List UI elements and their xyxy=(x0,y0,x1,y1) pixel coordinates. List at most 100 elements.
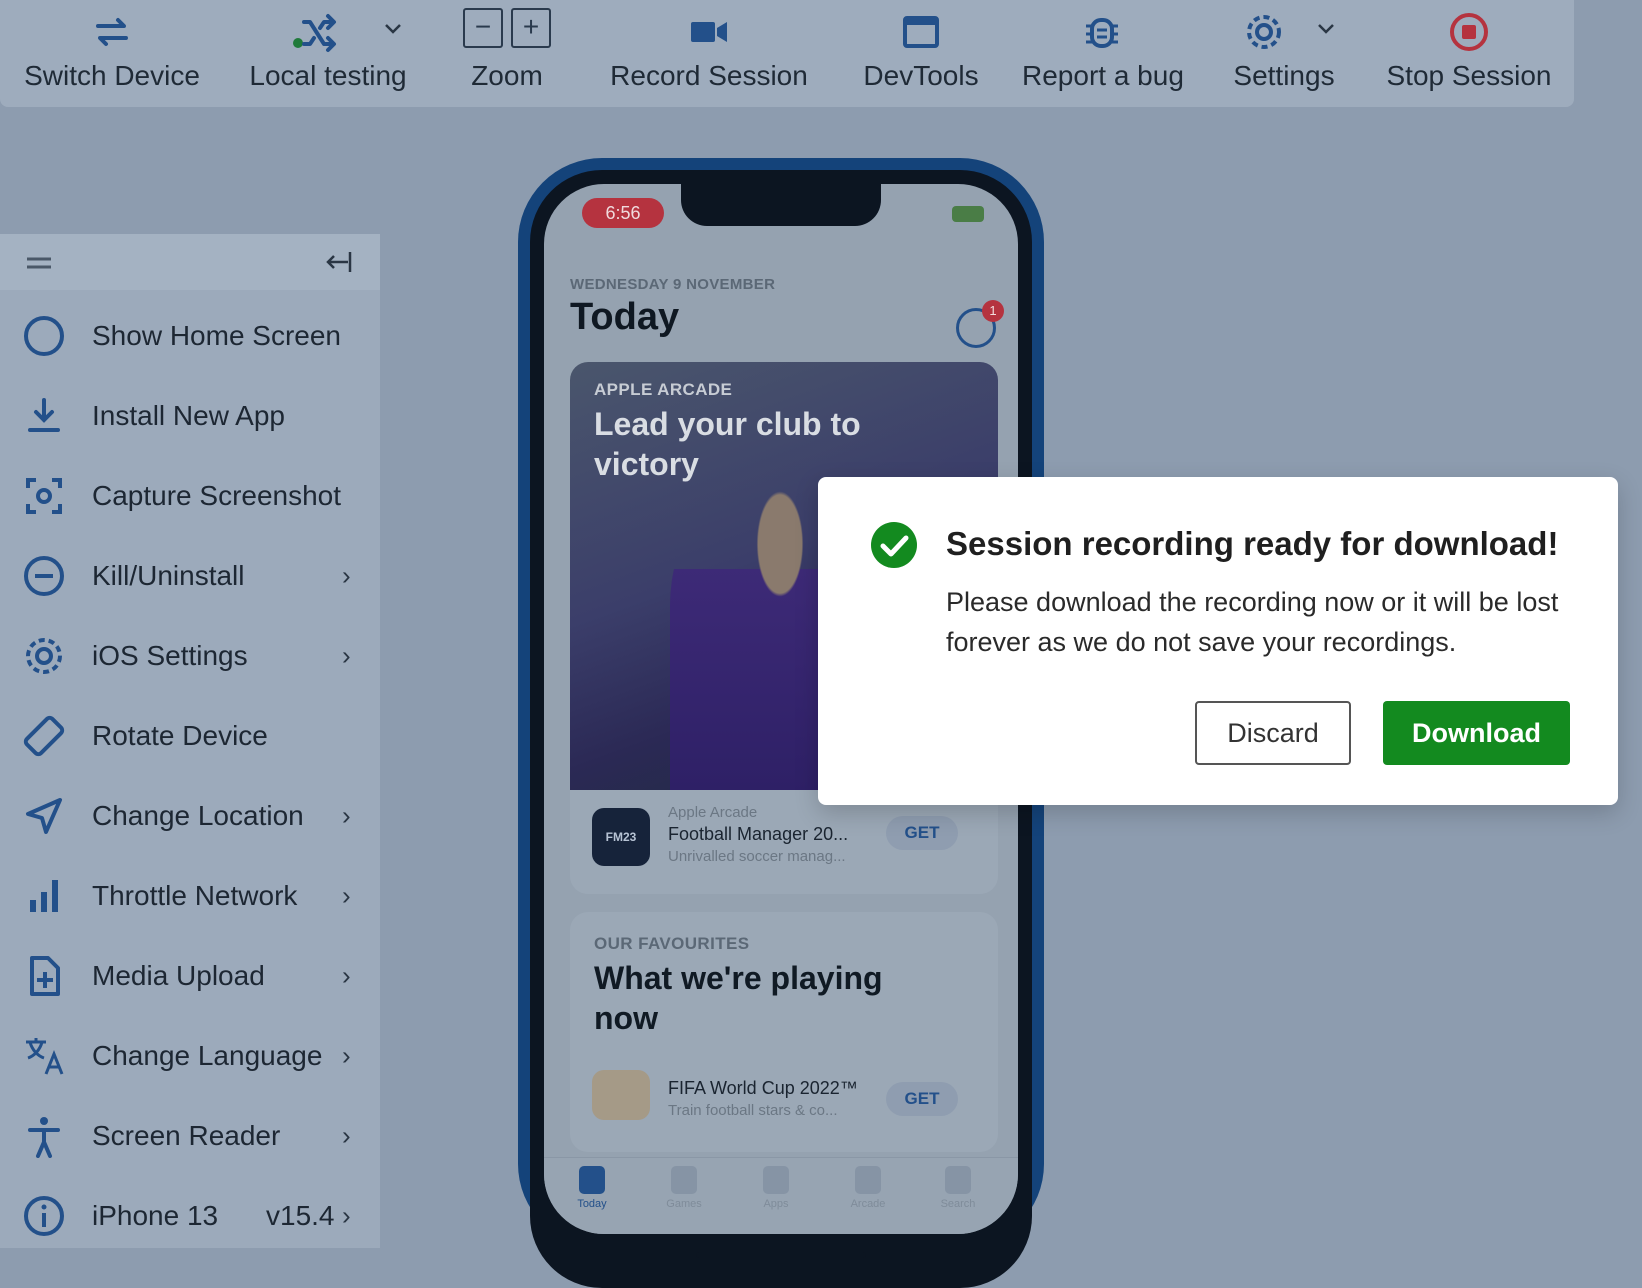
sidebar-item-show-home-screen[interactable]: Show Home Screen xyxy=(0,300,380,372)
sidebar-item-rotate-device[interactable]: Rotate Device xyxy=(0,700,380,772)
sidebar-item-kill-uninstall[interactable]: Kill/Uninstall › xyxy=(0,540,380,612)
favourites-card[interactable]: OUR FAVOURITES What we're playing now FI… xyxy=(570,912,998,1152)
record-session-button[interactable]: Record Session xyxy=(604,0,814,107)
record-session-label: Record Session xyxy=(610,60,808,91)
info-icon xyxy=(22,1194,66,1238)
sidebar-item-media-upload[interactable]: Media Upload › xyxy=(0,940,380,1012)
status-time: 6:56 xyxy=(582,198,664,228)
accessibility-icon xyxy=(22,1114,66,1158)
report-bug-button[interactable]: Report a bug xyxy=(1022,0,1184,107)
download-icon xyxy=(22,394,66,438)
bug-icon xyxy=(1080,10,1124,54)
sidebar-item-capture-screenshot[interactable]: Capture Screenshot xyxy=(0,460,380,532)
dialog-message: Please download the recording now or it … xyxy=(946,587,1559,657)
local-testing-button[interactable]: Local testing xyxy=(248,0,408,107)
app-name: Football Manager 20... xyxy=(668,824,849,844)
tab-label: Today xyxy=(577,1198,607,1210)
rocket-icon xyxy=(671,1166,697,1194)
sidebar-item-label: Install New App xyxy=(92,400,285,431)
rotate-icon xyxy=(22,714,66,758)
drag-handle-icon[interactable] xyxy=(26,256,52,274)
home-indicator xyxy=(696,1252,866,1258)
chevron-down-icon[interactable] xyxy=(383,18,403,62)
stop-session-label: Stop Session xyxy=(1386,60,1552,91)
chevron-down-icon[interactable] xyxy=(1316,18,1336,62)
session-toolbar: Switch Device Local testing − + Zoom Reco… xyxy=(0,0,1574,107)
app-icon xyxy=(592,1070,650,1120)
report-bug-label: Report a bug xyxy=(1022,60,1184,91)
window-icon xyxy=(899,10,943,54)
tab-games[interactable]: Games xyxy=(644,1166,724,1210)
stack-icon xyxy=(763,1166,789,1194)
location-arrow-icon xyxy=(22,794,66,838)
sidebar-item-change-language[interactable]: Change Language › xyxy=(0,1020,380,1092)
date-caption: WEDNESDAY 9 NOVEMBER xyxy=(570,276,776,293)
notification-badge: 1 xyxy=(982,300,1004,322)
app-subtitle: Apple Arcade xyxy=(668,804,758,821)
stop-circle-icon xyxy=(1447,10,1491,54)
tab-label: Search xyxy=(940,1198,976,1210)
zoom-out-button[interactable]: − xyxy=(463,8,503,48)
swap-arrows-icon xyxy=(90,10,134,54)
zoom-in-button[interactable]: + xyxy=(511,8,551,48)
featured-app-row[interactable]: FM23 Apple Arcade Football Manager 20...… xyxy=(570,790,998,894)
sidebar-item-screen-reader[interactable]: Screen Reader › xyxy=(0,1100,380,1172)
joystick-icon xyxy=(855,1166,881,1194)
sidebar-item-ios-settings[interactable]: iOS Settings › xyxy=(0,620,380,692)
sidebar-header xyxy=(0,234,380,290)
sidebar-item-label: iPhone 13 xyxy=(92,1200,219,1231)
sidebar-item-label: Change Language xyxy=(92,1040,323,1071)
app-description: Unrivalled soccer manag... xyxy=(668,848,846,865)
tab-label: Games xyxy=(666,1198,702,1210)
discard-button[interactable]: Discard xyxy=(1195,701,1351,765)
circle-icon xyxy=(22,314,66,358)
stop-session-button[interactable]: Stop Session xyxy=(1384,0,1554,107)
tab-arcade[interactable]: Arcade xyxy=(828,1166,908,1210)
collapse-sidebar-icon[interactable] xyxy=(322,248,352,281)
chevron-right-icon: › xyxy=(342,800,351,831)
video-camera-icon xyxy=(687,10,731,54)
tab-apps[interactable]: Apps xyxy=(736,1166,816,1210)
zoom-control: − + Zoom xyxy=(452,0,562,107)
devtools-button[interactable]: DevTools xyxy=(856,0,986,107)
today-title: Today xyxy=(570,296,680,338)
sidebar-item-change-location[interactable]: Change Location › xyxy=(0,780,380,852)
tab-label: Apps xyxy=(763,1198,789,1210)
get-button[interactable]: GET xyxy=(886,816,958,850)
tab-label: Arcade xyxy=(850,1198,886,1210)
today-tab-icon xyxy=(579,1166,605,1194)
tab-search[interactable]: Search xyxy=(918,1166,998,1210)
zoom-label: Zoom xyxy=(471,60,543,91)
sidebar-item-label: Change Location xyxy=(92,800,304,831)
app-name: FIFA World Cup 2022™ xyxy=(668,1078,858,1098)
chevron-right-icon: › xyxy=(342,1200,351,1231)
sidebar-item-label: iOS Settings xyxy=(92,640,248,671)
app-icon: FM23 xyxy=(592,808,650,866)
settings-button[interactable]: Settings xyxy=(1226,0,1342,107)
app-description: Train football stars & co... xyxy=(668,1102,838,1119)
download-button[interactable]: Download xyxy=(1383,701,1570,765)
sidebar-item-iphone-13[interactable]: iPhone 13 v15.4 › xyxy=(0,1180,380,1252)
settings-label: Settings xyxy=(1233,60,1335,91)
sidebar-item-label: Capture Screenshot xyxy=(92,480,342,511)
get-button[interactable]: GET xyxy=(886,1082,958,1116)
sidebar-item-install-new-app[interactable]: Install New App xyxy=(0,380,380,452)
file-plus-icon xyxy=(22,954,66,998)
sidebar-item-label: Media Upload xyxy=(92,960,265,991)
sidebar-item-label: Screen Reader xyxy=(92,1120,281,1151)
check-circle-icon xyxy=(870,521,918,569)
sidebar-item-label: Throttle Network xyxy=(92,880,298,911)
sidebar-item-label: Show Home Screen xyxy=(92,320,342,351)
switch-device-button[interactable]: Switch Device xyxy=(22,0,202,107)
chevron-right-icon: › xyxy=(342,1040,351,1071)
minus-circle-icon xyxy=(22,554,66,598)
sidebar-item-throttle-network[interactable]: Throttle Network › xyxy=(0,860,380,932)
search-icon xyxy=(945,1166,971,1194)
app-store-tabbar: Today Games Apps Arcade Search xyxy=(544,1157,1018,1234)
translate-icon xyxy=(22,1034,66,1078)
gear-icon xyxy=(1242,10,1286,54)
tab-today[interactable]: Today xyxy=(552,1166,632,1210)
recording-ready-dialog: Session recording ready for download! Pl… xyxy=(818,477,1618,805)
favourites-headline: What we're playing now xyxy=(594,960,883,1036)
gear-icon xyxy=(22,634,66,678)
